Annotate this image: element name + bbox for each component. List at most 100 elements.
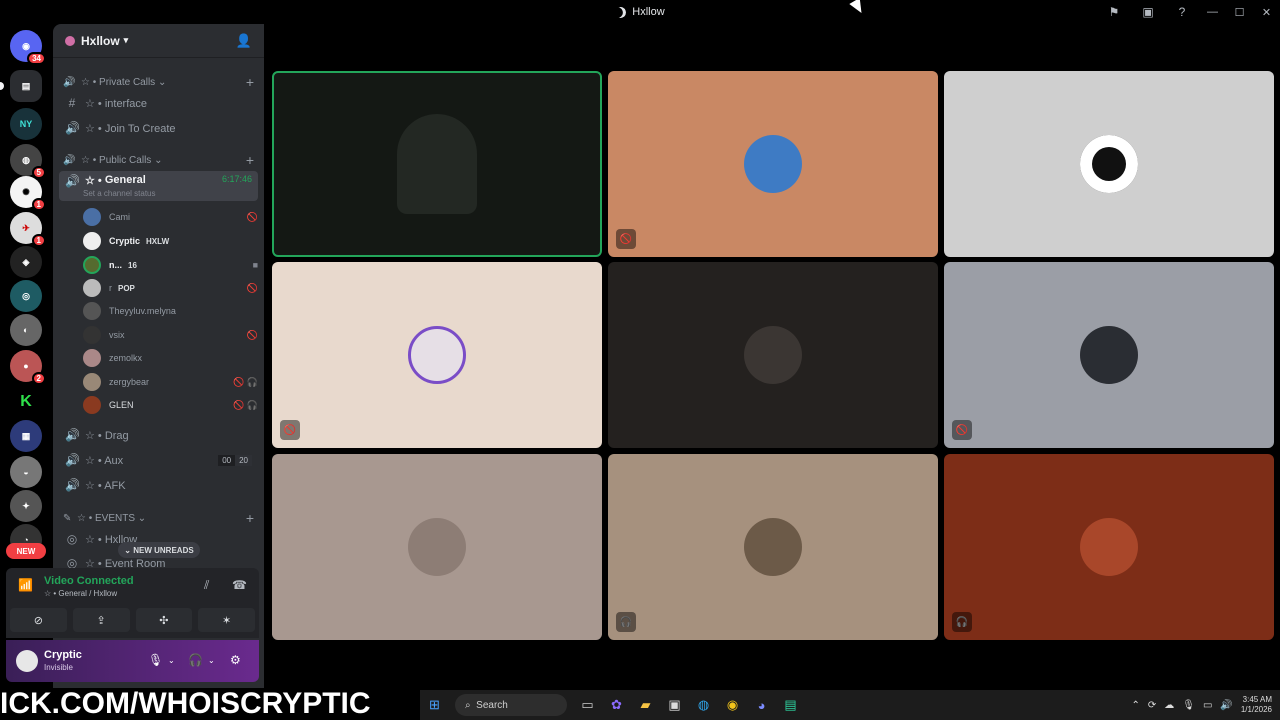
- voice-user[interactable]: Cryptic HXLW: [83, 231, 258, 251]
- help-icon[interactable]: ?: [1165, 0, 1199, 24]
- system-tray: ⌃ ⟳ ☁ 🎙 ▭ 🔊 3:45 AM 1/1/2026: [1131, 695, 1280, 715]
- add-channel-icon[interactable]: +: [246, 510, 254, 526]
- microphone-icon[interactable]: 🎙: [1182, 700, 1195, 711]
- video-tile[interactable]: [944, 71, 1274, 257]
- video-tile[interactable]: 🎧: [608, 454, 938, 640]
- copilot-icon[interactable]: ✿: [602, 690, 631, 720]
- voice-user[interactable]: n... 16 ■: [83, 255, 258, 275]
- voice-status[interactable]: Video Connected: [44, 575, 134, 587]
- server-icon[interactable]: ● 2: [10, 350, 46, 385]
- chevron-up-icon[interactable]: ⌃: [1131, 700, 1139, 711]
- category-private-calls[interactable]: 🔊 ☆ • Private Calls ⌄ +: [63, 74, 254, 90]
- category-public-calls[interactable]: 🔊 ☆ • Public Calls ⌄ +: [63, 152, 254, 168]
- windows-start-icon[interactable]: ⊞: [420, 690, 449, 720]
- camera-off-button[interactable]: ⊘: [10, 608, 67, 632]
- network-icon[interactable]: ▭: [1203, 700, 1212, 711]
- add-channel-icon[interactable]: +: [246, 74, 254, 90]
- voice-user[interactable]: Theyyluv.melyna: [83, 301, 258, 321]
- discord-icon[interactable]: ◕: [747, 690, 776, 720]
- server-icon[interactable]: ▦: [10, 420, 42, 452]
- avatar: [83, 373, 101, 391]
- new-pill[interactable]: NEW: [6, 543, 46, 559]
- cloud-icon[interactable]: ☁: [1164, 700, 1174, 711]
- screen-share-button[interactable]: ⇪: [72, 608, 130, 632]
- screen-record-icon[interactable]: ▣: [1131, 0, 1165, 24]
- speaker-icon: 🔊: [65, 121, 80, 135]
- channel-drag[interactable]: 🔊 ☆ • Drag: [59, 424, 258, 446]
- participant-avatar: [408, 518, 466, 576]
- chevron-down-icon[interactable]: ⌄: [208, 656, 215, 665]
- chrome-icon[interactable]: ◉: [718, 690, 747, 720]
- voice-user[interactable]: GLEN 🚫 🎧: [83, 395, 258, 415]
- voice-location[interactable]: ☆ • General / Hxllow: [44, 589, 117, 598]
- channel-status[interactable]: Set a channel status: [83, 189, 156, 198]
- video-tile[interactable]: 🚫: [608, 71, 938, 257]
- close-button[interactable]: ✕: [1253, 0, 1280, 24]
- participant-avatar: [408, 326, 466, 384]
- video-tile[interactable]: 🚫: [944, 262, 1274, 448]
- chevron-down-icon[interactable]: ⌄: [168, 656, 175, 665]
- video-tile-live[interactable]: [272, 71, 602, 257]
- volume-icon[interactable]: 🔊: [1220, 700, 1232, 711]
- channel-general[interactable]: 🔊 ☆ • General 6:17:46 Set a channel stat…: [59, 171, 258, 201]
- voice-user[interactable]: zemolkx: [83, 348, 258, 368]
- server-icon[interactable]: ◍ 5: [10, 144, 46, 179]
- new-unreads-button[interactable]: ⌄ NEW UNREADS: [118, 542, 200, 558]
- store-icon[interactable]: ▣: [660, 690, 689, 720]
- activities-button[interactable]: ✣: [135, 608, 193, 632]
- server-icon[interactable]: ▤: [10, 70, 42, 102]
- channel-afk[interactable]: 🔊 ☆ • AFK: [59, 474, 258, 496]
- server-icon[interactable]: ✺ 1: [10, 176, 46, 211]
- camera-icon: ■: [252, 260, 258, 270]
- taskbar-search[interactable]: ⌕ Search: [455, 694, 567, 716]
- video-tile[interactable]: 🎧: [944, 454, 1274, 640]
- disconnect-icon[interactable]: ☎: [232, 578, 247, 592]
- avatar: [83, 396, 101, 414]
- channel-interface[interactable]: # ☆ • interface: [59, 92, 258, 114]
- voice-user[interactable]: vsix 🚫: [83, 325, 258, 345]
- server-icon[interactable]: ✦: [10, 490, 42, 522]
- home-server-icon[interactable]: ◉ 34: [10, 30, 46, 65]
- headphones-icon[interactable]: 🎧: [188, 653, 203, 667]
- task-view-icon[interactable]: ▭: [573, 690, 602, 720]
- server-ny-icon[interactable]: NY: [10, 108, 42, 140]
- video-tile[interactable]: 🚫: [272, 262, 602, 448]
- file-explorer-icon[interactable]: ▰: [631, 690, 660, 720]
- speaker-icon: 🔊: [63, 154, 76, 166]
- avatar[interactable]: [16, 650, 38, 672]
- minimize-button[interactable]: —: [1199, 0, 1226, 24]
- noise-suppression-icon[interactable]: ⫽: [204, 578, 209, 593]
- add-member-icon[interactable]: 👤: [236, 33, 252, 49]
- muted-icon: 🚫: [246, 282, 258, 293]
- clock[interactable]: 3:45 AM 1/1/2026: [1241, 695, 1272, 715]
- maximize-button[interactable]: ☐: [1226, 0, 1253, 24]
- app-icon[interactable]: ▤: [776, 690, 805, 720]
- voice-user[interactable]: Cami 🚫: [83, 207, 258, 227]
- server-icon[interactable]: ◎: [10, 280, 42, 312]
- avatar: [83, 326, 101, 344]
- category-events[interactable]: ✎ ☆ • EVENTS ⌄ +: [63, 510, 254, 526]
- deafened-icon: 🎧: [952, 612, 972, 632]
- server-k-icon[interactable]: K: [10, 386, 42, 418]
- add-channel-icon[interactable]: +: [246, 152, 254, 168]
- channel-join-to-create[interactable]: 🔊 ☆ • Join To Create: [59, 117, 258, 139]
- server-icon[interactable]: ◈: [10, 246, 42, 278]
- settings-gear-icon[interactable]: ⚙: [230, 653, 241, 667]
- microphone-icon[interactable]: 🎙: [148, 653, 163, 667]
- edge-icon[interactable]: ◍: [689, 690, 718, 720]
- voice-user[interactable]: zergybear 🚫 🎧: [83, 372, 258, 392]
- video-tile[interactable]: [272, 454, 602, 640]
- user-name[interactable]: Cryptic: [44, 649, 82, 661]
- voice-user[interactable]: r POP 🚫: [83, 278, 258, 298]
- server-icon[interactable]: ◒: [10, 456, 42, 488]
- camera-feed: [397, 114, 477, 214]
- deafened-icon: 🚫 🎧: [233, 399, 258, 410]
- server-icon[interactable]: ✈ 1: [10, 212, 46, 247]
- guild-header[interactable]: Hxllow ▾ 👤: [53, 24, 264, 58]
- soundboard-button[interactable]: ✶: [198, 608, 255, 632]
- sync-icon[interactable]: ⟳: [1148, 700, 1156, 711]
- flag-icon[interactable]: ⚑: [1097, 0, 1131, 24]
- server-icon[interactable]: ◐: [10, 314, 42, 346]
- video-tile[interactable]: [608, 262, 938, 448]
- channel-aux[interactable]: 🔊 ☆ • Aux 00 20: [59, 449, 258, 471]
